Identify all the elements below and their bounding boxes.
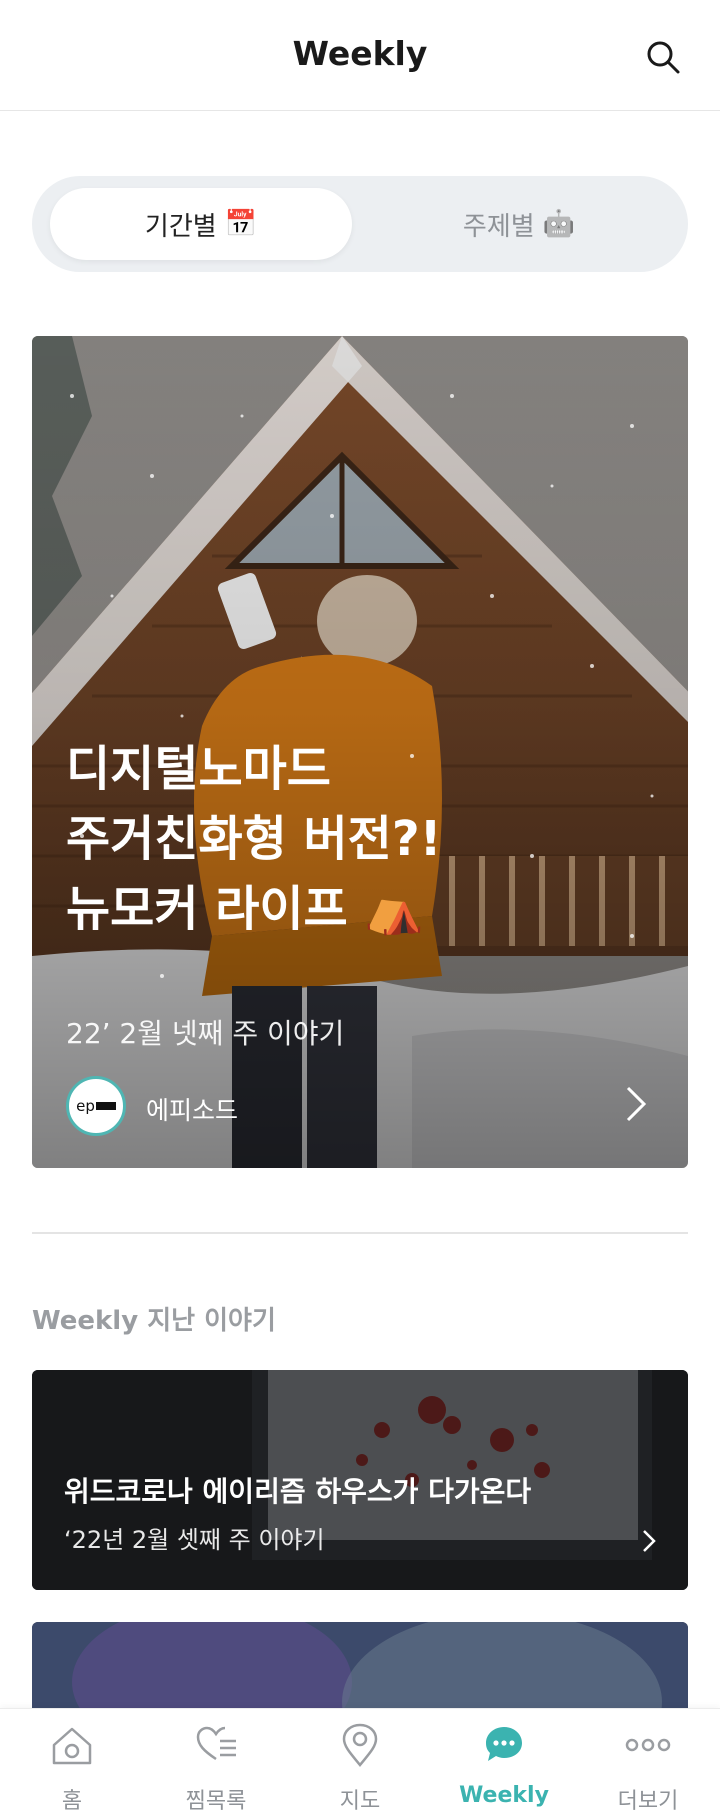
tab-by-topic-label: 주제별 [462,211,535,242]
section-divider [32,1232,688,1234]
chevron-right-icon[interactable] [640,1528,658,1554]
tab-by-period-label: 기간별 [144,211,217,242]
episode-logo-text: ep [76,1097,95,1115]
nav-weekly-label: Weekly [459,1783,549,1808]
nav-weekly[interactable]: Weekly [432,1709,576,1820]
nav-map[interactable]: 지도 [288,1709,432,1820]
past-story-date: ‘22년 2월 셋째 주 이야기 [64,1526,325,1554]
episode-logo: ep [66,1076,126,1136]
calendar-icon: 📅 [224,209,258,239]
tab-by-period[interactable]: 기간별 📅 [50,188,352,260]
search-icon[interactable] [644,38,682,76]
featured-story-source: 에피소드 [146,1096,239,1125]
nav-home[interactable]: 홈 [0,1709,144,1820]
nav-map-label: 지도 [339,1789,381,1814]
top-bar: Weekly [0,0,720,111]
bottom-navigation: 홈 찜목록 지도 Weekly 더보기 [0,1708,720,1820]
nav-home-label: 홈 [61,1789,83,1814]
period-topic-toggle: 기간별 📅 주제별 🤖 [32,176,688,272]
episode-logo-bar [95,1102,116,1110]
featured-story-date: 22’ 2월 넷째 주 이야기 [66,1017,345,1050]
heart-list-icon [196,1726,236,1761]
home-icon [52,1727,92,1765]
nav-more-label: 더보기 [617,1789,679,1814]
robot-icon: 🤖 [542,209,576,239]
tab-by-topic[interactable]: 주제별 🤖 [368,188,670,260]
page-title: Weekly [292,34,428,73]
map-pin-icon [342,1723,378,1767]
chevron-right-icon[interactable] [620,1084,650,1124]
chat-bubble-icon [486,1727,522,1761]
featured-story-card[interactable]: 디지털노마드 주거친화형 버전?! 뉴모커 라이프 ⛺ 22’ 2월 넷째 주 … [32,336,688,1168]
nav-wishlist[interactable]: 찜목록 [144,1709,288,1820]
more-icon [625,1738,671,1752]
nav-wishlist-label: 찜목록 [185,1789,247,1814]
past-story-title: 위드코로나 에이리즘 하우스가 다가온다 [64,1475,532,1508]
featured-story-title: 디지털노마드 주거친화형 버전?! 뉴모커 라이프 ⛺ [66,741,442,937]
past-story-card[interactable]: 위드코로나 에이리즘 하우스가 다가온다 ‘22년 2월 셋째 주 이야기 [32,1370,688,1590]
past-stories-heading: Weekly 지난 이야기 [32,1306,276,1336]
nav-more[interactable]: 더보기 [576,1709,720,1820]
